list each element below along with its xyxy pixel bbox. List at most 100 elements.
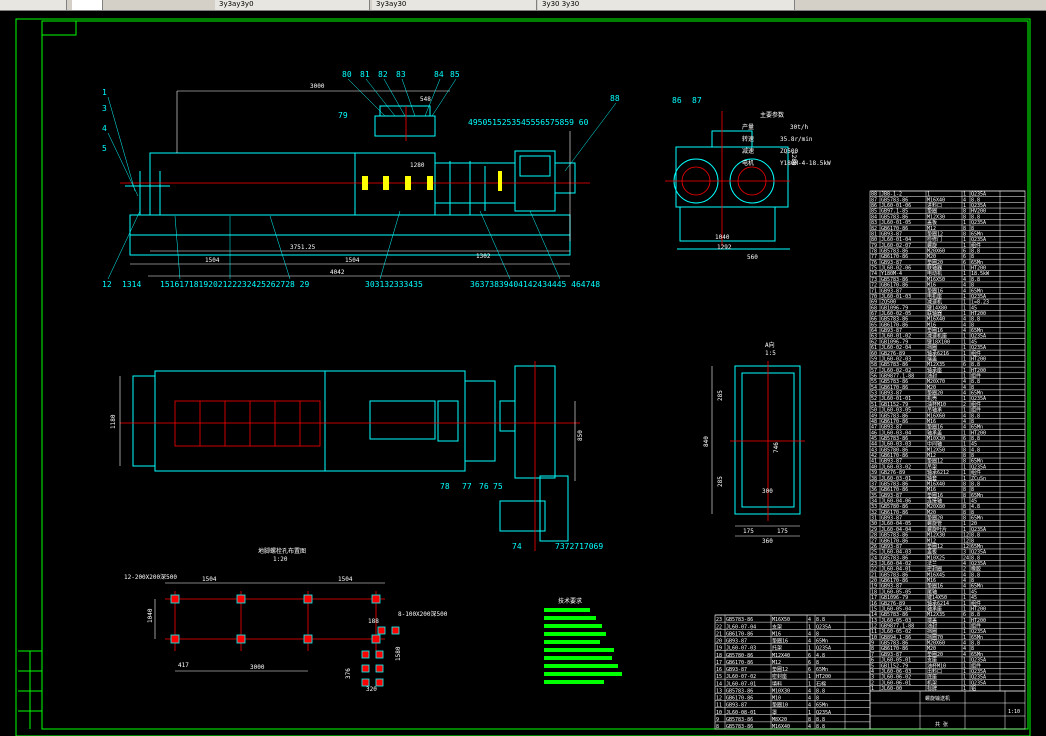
bottom-parts-cell: 托架 (772, 645, 782, 652)
bottom-parts-cell: 1 (808, 646, 811, 652)
bottom-parts-cell: 垫圈12 (772, 666, 788, 673)
bottom-parts-cell: GB93-87 (726, 703, 747, 709)
bottom-parts-cell: GB6170-86 (726, 660, 753, 666)
tech-notes: 技术要求 (544, 597, 622, 684)
bottom-parts-cell: 16 (716, 667, 722, 673)
bottom-parts-cell: 4 (808, 703, 811, 709)
tab-2[interactable]: 3y3ay3y0 (215, 0, 370, 10)
tab-5[interactable] (670, 0, 795, 10)
foundation-title: 地脚螺栓孔布置图 (258, 547, 306, 555)
params-title: 主要参数 (760, 111, 784, 119)
callout-88: 88 (610, 94, 620, 103)
callouts-mid: 4950515253545556575859 60 (468, 118, 589, 127)
bottom-parts-cell: Q235A (816, 710, 831, 716)
bottom-parts-cell: 8 (808, 717, 811, 723)
param-k-2: 减速 (742, 147, 754, 155)
bottom-parts-cell: 4 (808, 617, 811, 623)
tab-active[interactable] (72, 0, 103, 10)
side-view: 86 87 1040 1292 560 1280 主要参数 产量 30t/h 转… (665, 96, 831, 261)
bottom-parts-cell: 8 (816, 660, 819, 666)
bottom-parts-cell: GB5780-86 (726, 653, 753, 659)
bottom-parts-cell: 垫圈16 (772, 638, 788, 645)
bottom-parts-cell: M12 (772, 660, 781, 666)
bottom-parts-cell: 密封座 (772, 673, 787, 680)
bottom-parts-cell: 17 (716, 660, 722, 666)
param-v-2: ZQ500 (780, 148, 798, 155)
bottom-parts-cell: JL60-07-04 (726, 624, 756, 630)
bottom-parts-cell: 8.8 (816, 717, 825, 723)
callouts-15-29: 1516171819202122232425262728 29 (160, 280, 309, 289)
dim-548: 548 (420, 96, 431, 103)
bottom-parts-cell: M12X40 (772, 653, 790, 659)
bottom-parts-cell: 19 (716, 646, 722, 652)
found-dim-g: 376 (345, 668, 352, 679)
callout-5: 5 (102, 144, 107, 153)
foundation-bolt-label: 12-200X200深500 (124, 573, 177, 581)
callout-82: 82 (378, 70, 388, 79)
bottom-parts-cell: GB93-87 (726, 667, 747, 673)
bottom-parts-cell: JL60-07-02 (726, 674, 756, 680)
cad-drawing-canvas[interactable]: 3000 548 3751.25 1504 1504 4042 1302 128… (0, 11, 1046, 736)
bottom-parts-cell: 8.8 (816, 617, 825, 623)
found-dim-b: 1504 (338, 576, 353, 583)
sec-dim-total: 840 (703, 436, 710, 447)
tab-3[interactable]: 3y3ay30 (372, 0, 537, 10)
sec-dim-winner: 300 (762, 488, 773, 495)
side-dim-1292: 1292 (717, 244, 732, 251)
bottom-parts-cell: 罩 (772, 710, 777, 716)
callout-77: 77 (462, 482, 472, 491)
callout-83: 83 (396, 70, 406, 79)
bottom-parts-cell: M16X50 (772, 617, 790, 623)
bottom-parts-cell: GB6170-86 (726, 696, 753, 702)
bottom-parts-cell: M16 (772, 631, 781, 637)
callout-3: 3 (102, 104, 107, 113)
bottom-parts-cell: Q235A (816, 646, 831, 652)
tab-1[interactable] (0, 0, 67, 10)
dim-4042: 4042 (330, 269, 345, 276)
sec-dim-wr: 175 (777, 528, 788, 535)
side-dim-560: 560 (747, 254, 758, 261)
callouts-69-73: 7372717069 (555, 542, 603, 551)
dim-3751: 3751.25 (290, 244, 316, 251)
bottom-parts-cell: GB5783-86 (726, 617, 753, 623)
bottom-parts-cell: 13 (716, 688, 722, 694)
callout-87: 87 (692, 96, 702, 105)
section-scale: 1:5 (765, 350, 776, 357)
bottom-parts-cell: 65Mn (816, 667, 828, 673)
callout-85: 85 (450, 70, 460, 79)
callouts-30-35: 303132333435 (365, 280, 423, 289)
bottom-parts-cell: 支架 (772, 623, 782, 630)
bottom-parts-cell: 21 (716, 631, 722, 637)
bottom-parts-cell: M16X40 (772, 724, 790, 730)
bottom-parts-cell: 8 (716, 724, 719, 730)
param-k-0: 产量 (742, 123, 754, 131)
bottom-parts-cell: GB5783-86 (726, 688, 753, 694)
bottom-parts-cell: 20 (716, 639, 722, 645)
sec-dim-wt: 360 (762, 538, 773, 545)
callout-74: 74 (512, 542, 522, 551)
bottom-parts-cell: 14 (716, 681, 722, 687)
sec-dim-bottom: 285 (717, 476, 724, 487)
sec-dim-top: 285 (717, 390, 724, 401)
bottom-parts-cell: GB5783-86 (726, 724, 753, 730)
title-name: 螺旋输送机 (925, 695, 950, 702)
dim-1504b: 1504 (345, 257, 360, 264)
dim-1280: 1280 (410, 162, 425, 169)
bottom-parts-cell: 65Mn (816, 639, 828, 645)
bottom-parts-cell: 8.8 (816, 688, 825, 694)
found-dim-i: 320 (366, 686, 377, 693)
param-v-1: 35.8r/min (780, 136, 813, 143)
bottom-parts-cell: 6 (808, 660, 811, 666)
top-dim-right: 850 (577, 430, 584, 441)
top-view: 1180 850 78 77 76 75 74 7372717069 (110, 361, 603, 551)
side-dim-1040: 1040 (715, 234, 730, 241)
section-title: A向 (765, 341, 775, 349)
dim-1302: 1302 (476, 253, 491, 260)
bottom-parts-cell: JL60-08-01 (726, 710, 756, 716)
param-v-0: 30t/h (790, 124, 808, 131)
callouts-36-48: 36373839404142434445 464748 (470, 280, 600, 289)
callout-75: 75 (493, 482, 503, 491)
tab-4[interactable]: 3y30 3y30 (538, 0, 671, 10)
bottom-parts-cell: 1 (808, 624, 811, 630)
bottom-parts-cell: GB5783-86 (726, 717, 753, 723)
